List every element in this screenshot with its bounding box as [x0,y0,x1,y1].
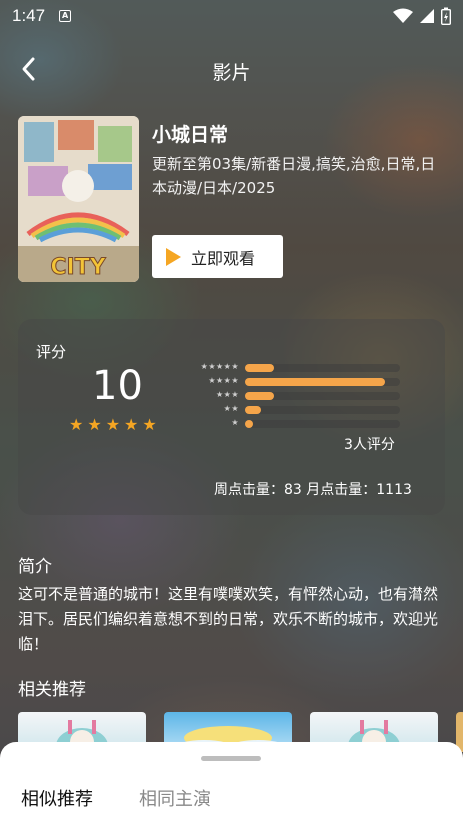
rating-label: 评分 [36,343,67,361]
rating-bar-track [245,364,400,372]
tab-similar[interactable]: 相似推荐 [21,785,93,811]
star-icon: ★ [87,415,102,434]
rating-bar-fill [245,392,275,400]
drag-handle[interactable] [201,756,261,761]
rating-bar-fill [245,406,261,414]
star-icon: ★ [142,415,157,434]
click-stats: 周点击量：83 月点击量：1113 [214,482,412,498]
rating-bar-fill [245,378,385,386]
row-stars: ★★★★ [208,376,239,385]
status-time: 1:47 [12,6,46,25]
intro-heading: 简介 [18,557,52,577]
movie-title: 小城日常 [152,124,229,146]
row-stars: ★★★ [215,390,239,399]
star-icon: ★ [124,415,139,434]
rating-bar-fill [245,420,253,428]
signal-icon [420,9,434,23]
sim-icon: A [59,10,72,22]
movie-poster[interactable]: CITY [18,116,139,282]
rating-bar-track [245,420,400,428]
row-stars: ★★★★★ [200,362,239,371]
row-stars: ★★ [223,404,239,413]
recommend-heading: 相关推荐 [18,680,86,700]
page-title: 影片 [212,62,251,84]
intro-text: 这可不是普通的城市！这里有噗噗欢笑，有怦然心动，也有潸然泪下。居民们编织着意想不… [18,585,439,653]
rating-bar-fill [245,364,275,372]
tab-same-cast[interactable]: 相同主演 [139,785,211,811]
wifi-icon [393,8,413,23]
rating-score: 10 [92,363,143,409]
status-bar: 1:47 A [0,0,463,32]
rating-card: 评分 10 ★ ★ ★ ★ ★ ★★★★★ ★★★★ ★★★ ★★ ★ 3人评分… [18,319,445,515]
row-stars: ★ [231,418,239,427]
status-icons [393,7,451,25]
star-icon: ★ [69,415,84,434]
rating-bar-track [245,392,400,400]
watch-now-button[interactable]: 立即观看 [152,235,283,278]
top-bar: 影片 [0,46,463,92]
rating-count: 3人评分 [344,437,395,453]
battery-icon [441,7,451,25]
rating-bar-track [245,378,400,386]
movie-meta: 更新至第03集/新番日漫,搞笑,治愈,日常,日本动漫/日本/2025 [152,155,436,197]
watch-now-label: 立即观看 [191,248,256,268]
star-icon: ★ [105,415,121,434]
poster-title: CITY [50,255,106,280]
score-stars: ★ ★ ★ ★ ★ [69,417,157,433]
rating-bar-track [245,406,400,414]
play-icon [166,247,181,266]
bottom-sheet: 相似推荐 相同主演 [0,742,463,824]
